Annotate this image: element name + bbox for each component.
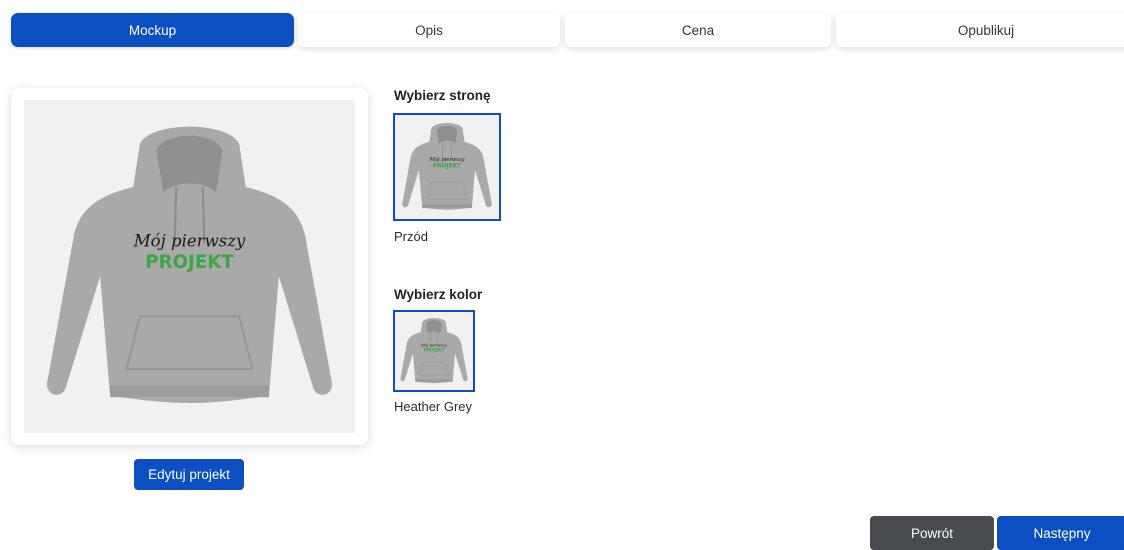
tab-mockup[interactable]: Mockup — [11, 13, 294, 47]
design-text-line2: PROJEKT — [145, 252, 234, 273]
next-button[interactable]: Następny — [997, 516, 1124, 550]
svg-text:PROJEKT: PROJEKT — [424, 347, 445, 353]
mockup-preview-image: Mój pierwszy PROJEKT — [24, 100, 355, 433]
back-button[interactable]: Powrót — [870, 516, 994, 550]
hoodie-thumbnail-front: Mój pierwszy PROJEKT — [401, 122, 493, 211]
svg-text:Mój pierwszy: Mój pierwszy — [420, 342, 448, 347]
tab-opublikuj[interactable]: Opublikuj — [836, 13, 1124, 47]
svg-text:Mój pierwszy: Mój pierwszy — [429, 156, 465, 163]
design-text-line1: Mój pierwszy — [133, 232, 246, 251]
side-option-front[interactable]: Mój pierwszy PROJEKT — [393, 113, 501, 221]
stepper-tabs: Mockup Opis Cena Opublikuj — [0, 0, 1124, 60]
mockup-preview-card: Mój pierwszy PROJEKT — [11, 88, 368, 445]
tab-opis[interactable]: Opis — [298, 13, 560, 47]
svg-text:PROJEKT: PROJEKT — [433, 164, 461, 170]
tab-cena[interactable]: Cena — [565, 13, 831, 47]
color-option-heather-grey-label: Heather Grey — [394, 399, 473, 414]
color-picker-title: Wybierz kolor — [394, 287, 483, 302]
hoodie-thumbnail-heather-grey: Mój pierwszy PROJEKT — [400, 317, 468, 384]
edit-project-button[interactable]: Edytuj projekt — [134, 459, 244, 490]
hoodie-image: Mój pierwszy PROJEKT — [45, 125, 334, 405]
side-option-front-label: Przód — [394, 229, 428, 244]
side-picker-title: Wybierz stronę — [394, 88, 491, 103]
color-option-heather-grey[interactable]: Mój pierwszy PROJEKT — [393, 310, 475, 392]
